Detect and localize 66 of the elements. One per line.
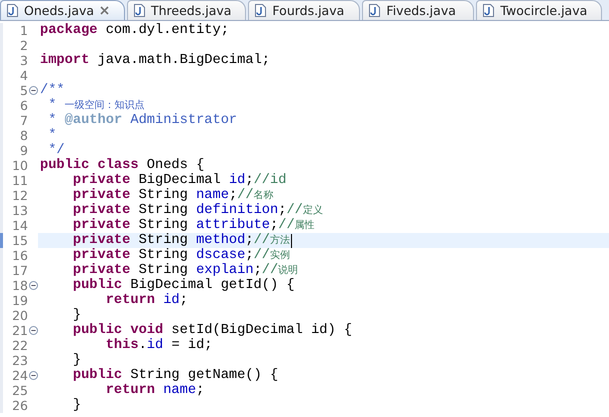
line-number: 1 (19, 23, 28, 38)
line-number: 21 (11, 323, 28, 338)
java-file-icon (7, 4, 18, 17)
java-file-icon (369, 4, 380, 17)
code-line: public void setId(BigDecimal id) { (72, 323, 352, 338)
line-number: 22 (11, 338, 28, 353)
code-line: this.id = id; (104, 338, 213, 353)
code-line: } (72, 353, 82, 368)
code-line: public class Oneds { (39, 158, 204, 173)
close-icon[interactable] (100, 6, 110, 15)
code-line: package com.dyl.entity; (39, 23, 229, 38)
code-line: * 一级空间：知识点 (47, 98, 145, 113)
code-line: public BigDecimal getId() { (72, 278, 295, 293)
java-file-icon (134, 4, 145, 17)
editor-tab[interactable]: Oneds.java (0, 0, 125, 20)
code-line: private BigDecimal id;//id (72, 173, 286, 188)
collapse-icon[interactable] (29, 86, 38, 95)
editor-tab[interactable]: Twocircle.java (476, 0, 602, 20)
collapse-icon[interactable] (29, 281, 38, 290)
line-number: 7 (19, 113, 28, 128)
code-line: public String getName() { (72, 368, 278, 383)
code-line: } (72, 398, 82, 413)
line-number: 18 (11, 278, 28, 293)
java-file-icon (483, 4, 494, 17)
code-line: * (47, 128, 56, 143)
code-line: */ (47, 143, 65, 158)
editor-tab[interactable]: Fourds.java (248, 0, 360, 20)
line-number: 8 (19, 128, 28, 143)
code-line: private String definition;//定义 (72, 203, 323, 218)
line-number: 12 (11, 188, 28, 203)
line-number: 13 (11, 203, 28, 218)
line-number: 11 (11, 173, 28, 188)
code-line: import java.math.BigDecimal; (39, 53, 270, 68)
line-number: 26 (11, 398, 28, 413)
java-file-icon (255, 4, 266, 17)
line-number: 4 (19, 68, 28, 83)
line-number: 25 (11, 383, 28, 398)
line-number: 23 (11, 353, 28, 368)
code-line: * @author Administrator (47, 113, 238, 128)
code-line: /** (39, 83, 65, 98)
line-number: 14 (11, 218, 28, 233)
code-line: return name; (104, 383, 204, 398)
collapse-icon[interactable] (29, 326, 38, 335)
code-line: private String name;//名称 (72, 188, 274, 203)
editor-tab[interactable]: Threeds.java (127, 0, 246, 20)
code-line: private String attribute;//属性 (72, 218, 315, 233)
collapse-icon[interactable] (29, 371, 38, 380)
line-number: 16 (11, 248, 28, 263)
line-number: 6 (19, 98, 28, 113)
editor-tab[interactable]: Fiveds.java (362, 0, 474, 20)
line-number: 3 (19, 53, 28, 68)
line-number: 24 (11, 368, 28, 383)
line-number: 5 (19, 83, 28, 98)
code-line: private String method;//方法 (72, 233, 290, 248)
code-line: private String dscase;//实例 (72, 248, 290, 263)
code-line: private String explain;//说明 (72, 263, 298, 278)
line-number: 19 (11, 293, 28, 308)
line-number: 10 (11, 158, 28, 173)
line-number: 17 (11, 263, 28, 278)
code-line: } (72, 308, 82, 323)
line-number: 9 (19, 143, 28, 158)
line-number: 2 (19, 38, 28, 53)
line-number: 15 (11, 233, 28, 248)
line-number: 20 (11, 308, 28, 323)
text-cursor (291, 234, 292, 248)
code-line: return id; (104, 293, 188, 308)
